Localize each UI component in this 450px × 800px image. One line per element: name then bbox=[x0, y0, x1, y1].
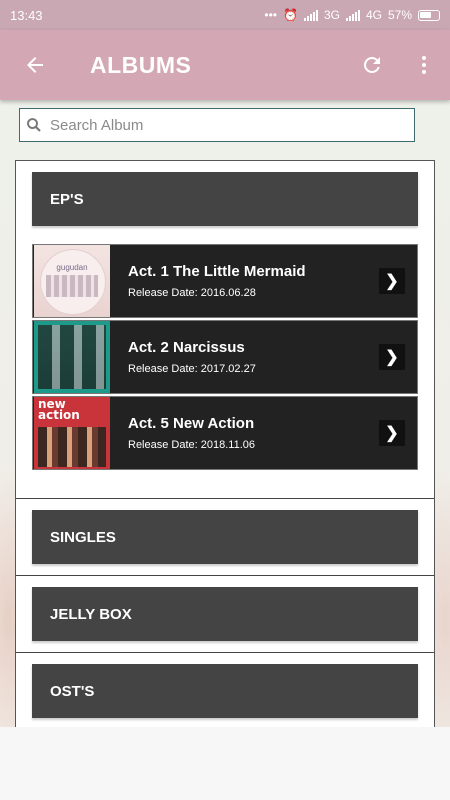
section-header-eps[interactable]: EP'S bbox=[32, 172, 418, 226]
album-release-date: Release Date: 2017.02.27 bbox=[128, 363, 256, 375]
refresh-icon bbox=[364, 56, 380, 73]
app-toolbar: ALBUMS bbox=[0, 30, 450, 100]
network-label-1: 3G bbox=[323, 8, 340, 22]
section-header-jelly-box[interactable]: JELLY BOX bbox=[32, 587, 418, 641]
alarm-icon: ⏰ bbox=[282, 8, 298, 22]
section-header-osts[interactable]: OST'S bbox=[32, 664, 418, 718]
cover-text: new action bbox=[38, 397, 80, 422]
arrow-left-icon bbox=[27, 57, 43, 73]
section-label: EP'S bbox=[50, 190, 84, 208]
search-input[interactable] bbox=[48, 115, 414, 135]
signal-icon-2 bbox=[345, 9, 360, 21]
album-title: Act. 1 The Little Mermaid bbox=[128, 263, 306, 280]
search-icon bbox=[20, 116, 48, 134]
more-vert-icon bbox=[422, 56, 426, 74]
status-bar: 13:43 ••• ⏰ 3G 4G 57% bbox=[0, 0, 450, 30]
chevron-right-icon[interactable]: ❯ bbox=[379, 268, 405, 294]
section-label: JELLY BOX bbox=[50, 605, 132, 623]
album-row[interactable]: new action Act. 5 New Action Release Dat… bbox=[32, 396, 418, 470]
refresh-button[interactable] bbox=[346, 30, 398, 100]
back-button[interactable] bbox=[0, 30, 70, 100]
signal-icon bbox=[303, 9, 318, 21]
section-label: SINGLES bbox=[50, 528, 116, 546]
more-dots-icon: ••• bbox=[264, 8, 277, 22]
album-cover: gugudan bbox=[34, 245, 110, 317]
album-release-date: Release Date: 2018.11.06 bbox=[128, 439, 255, 451]
page-title: ALBUMS bbox=[90, 51, 192, 78]
overflow-menu-button[interactable] bbox=[398, 30, 450, 100]
divider bbox=[16, 652, 434, 653]
album-title: Act. 5 New Action bbox=[128, 415, 255, 432]
status-time: 13:43 bbox=[10, 7, 43, 23]
divider bbox=[16, 575, 434, 576]
battery-icon bbox=[418, 9, 440, 21]
search-box[interactable] bbox=[19, 108, 415, 142]
section-header-singles[interactable]: SINGLES bbox=[32, 510, 418, 564]
album-release-date: Release Date: 2016.06.28 bbox=[128, 287, 256, 299]
divider bbox=[16, 498, 434, 499]
network-label-2: 4G bbox=[365, 8, 382, 22]
battery-percent: 57% bbox=[387, 8, 412, 22]
section-label: OST'S bbox=[50, 682, 95, 700]
chevron-right-icon[interactable]: ❯ bbox=[379, 420, 405, 446]
album-row[interactable]: Act. 2 Narcissus Release Date: 2017.02.2… bbox=[32, 320, 418, 394]
albums-panel: EP'S gugudan Act. 1 The Little Mermaid R… bbox=[15, 160, 435, 730]
bottom-area bbox=[0, 727, 450, 800]
album-cover bbox=[34, 321, 110, 393]
album-cover: new action bbox=[34, 397, 110, 469]
album-row[interactable]: gugudan Act. 1 The Little Mermaid Releas… bbox=[32, 244, 418, 318]
chevron-right-icon[interactable]: ❯ bbox=[379, 344, 405, 370]
album-title: Act. 2 Narcissus bbox=[128, 339, 245, 356]
cover-text: gugudan bbox=[56, 263, 88, 272]
